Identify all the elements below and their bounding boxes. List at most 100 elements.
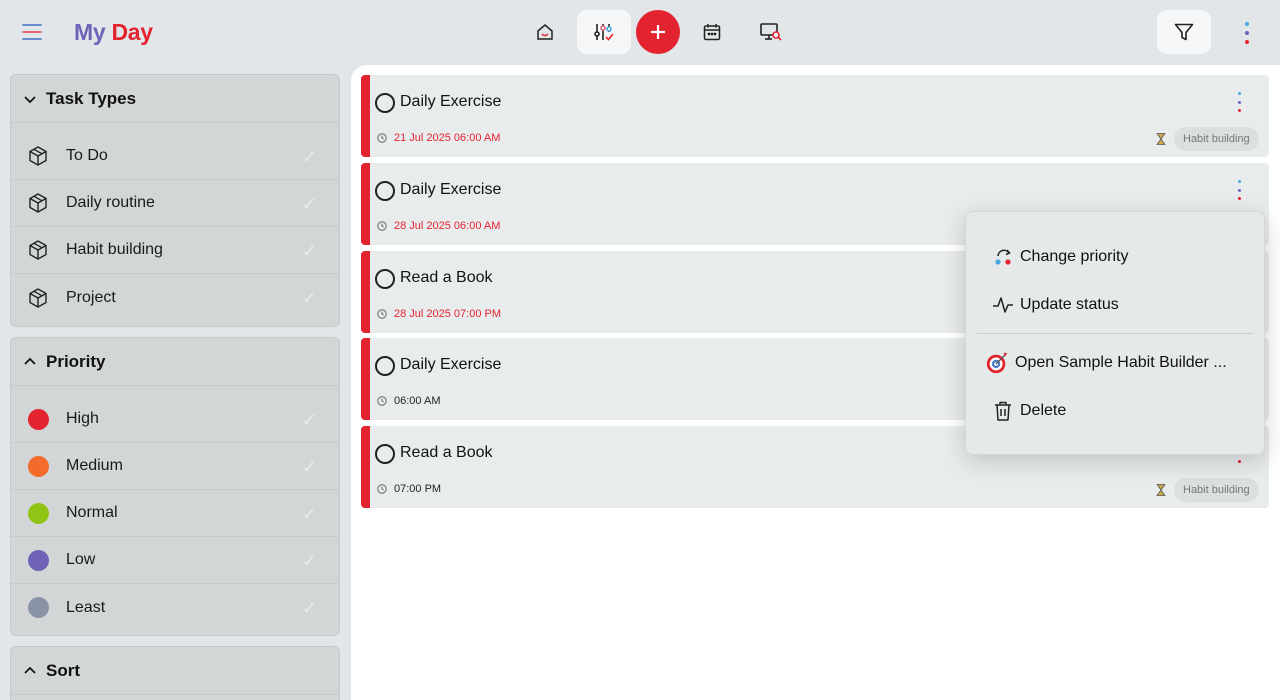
- check-icon: ✓: [301, 551, 317, 571]
- check-icon: ✓: [301, 504, 317, 524]
- priority-header[interactable]: Priority: [11, 338, 339, 386]
- complete-checkbox[interactable]: [375, 181, 395, 201]
- task-title: Daily Exercise: [400, 93, 502, 110]
- complete-checkbox[interactable]: [375, 269, 395, 289]
- trash-icon: [991, 399, 1015, 423]
- priority-title: Priority: [46, 351, 106, 371]
- task-title: Read a Book: [400, 269, 493, 286]
- task-type-label: To Do: [66, 147, 108, 164]
- priority-normal[interactable]: Normal ✓: [11, 490, 339, 537]
- change-priority-icon: [991, 245, 1015, 269]
- check-icon: ✓: [301, 194, 317, 214]
- priority-label: Low: [66, 551, 96, 568]
- complete-checkbox[interactable]: [375, 356, 395, 376]
- check-icon: ✓: [301, 410, 317, 430]
- task-type-project[interactable]: Project ✓: [11, 274, 339, 321]
- priority-label: Normal: [66, 504, 118, 521]
- clock-icon: [377, 484, 387, 494]
- clock-icon: [377, 309, 387, 319]
- task-more-icon[interactable]: [1233, 180, 1245, 200]
- activity-icon: [991, 293, 1015, 317]
- cube-icon: [27, 287, 49, 309]
- hourglass-icon: [1156, 133, 1166, 145]
- task-type-habit-building[interactable]: Habit building ✓: [11, 227, 339, 274]
- task-date: 06:00 AM: [394, 395, 441, 407]
- priority-high[interactable]: High ✓: [11, 396, 339, 443]
- sliders-button[interactable]: [577, 10, 631, 54]
- cube-icon: [27, 145, 49, 167]
- priority-bar: [361, 75, 370, 157]
- home-icon: [537, 24, 553, 40]
- cube-icon: [27, 192, 49, 214]
- open-project-menu-item[interactable]: Open Sample Habit Builder ...: [966, 343, 1264, 383]
- monitor-search-button[interactable]: [744, 10, 798, 54]
- delete-menu-item[interactable]: Delete: [966, 391, 1264, 431]
- filter-button[interactable]: [1157, 10, 1211, 54]
- clock-icon: [377, 396, 387, 406]
- task-type-tag: Habit building: [1174, 478, 1259, 502]
- page-title: My Day: [74, 19, 153, 46]
- priority-least[interactable]: Least ✓: [11, 584, 339, 631]
- task-type-daily-routine[interactable]: Daily routine ✓: [11, 180, 339, 227]
- menu-item-label: Change priority: [1020, 248, 1129, 265]
- sort-header[interactable]: Sort: [11, 647, 339, 695]
- priority-medium[interactable]: Medium ✓: [11, 443, 339, 490]
- task-type-label: Daily routine: [66, 194, 155, 211]
- menu-item-label: Update status: [1020, 296, 1119, 313]
- priority-low[interactable]: Low ✓: [11, 537, 339, 584]
- hourglass-icon: [1156, 484, 1166, 496]
- task-title: Daily Exercise: [400, 356, 502, 373]
- complete-checkbox[interactable]: [375, 444, 395, 464]
- filter-icon: [1174, 23, 1194, 41]
- task-date: 07:00 PM: [394, 483, 442, 495]
- task-context-menu: Change priority Update status Open Sampl…: [965, 211, 1265, 455]
- priority-panel: Priority High ✓ Medium ✓ Normal ✓ Low ✓ …: [10, 337, 340, 636]
- priority-dot: [27, 455, 49, 477]
- calendar-button[interactable]: [685, 10, 739, 54]
- task-types-header[interactable]: Task Types: [11, 75, 339, 123]
- priority-label: Medium: [66, 457, 123, 474]
- task-more-icon[interactable]: [1233, 92, 1245, 112]
- priority-dot: [27, 502, 49, 524]
- sort-title: Sort: [46, 660, 80, 680]
- task-card[interactable]: Daily Exercise 21 Jul 2025 06:00 AM Habi…: [361, 75, 1269, 157]
- add-task-button[interactable]: [636, 10, 680, 54]
- more-vertical-icon[interactable]: [1240, 22, 1254, 44]
- complete-checkbox[interactable]: [375, 93, 395, 113]
- sliders-check-icon: [594, 24, 614, 41]
- cube-icon: [27, 239, 49, 261]
- priority-bar: [361, 251, 370, 333]
- priority-dot: [27, 597, 49, 619]
- task-date: 28 Jul 2025 07:00 PM: [394, 308, 502, 320]
- task-types-title: Task Types: [46, 88, 137, 108]
- priority-bar: [361, 338, 370, 420]
- task-types-panel: Task Types To Do ✓ Daily routine ✓ Habit…: [10, 74, 340, 327]
- task-type-todo[interactable]: To Do ✓: [11, 133, 339, 180]
- priority-label: High: [66, 410, 99, 427]
- priority-dot: [27, 549, 49, 571]
- task-title: Daily Exercise: [400, 181, 502, 198]
- check-icon: ✓: [301, 241, 317, 261]
- update-status-menu-item[interactable]: Update status: [966, 285, 1264, 325]
- clock-icon: [377, 221, 387, 231]
- top-bar: My Day: [0, 0, 1280, 64]
- page-title-part1: My: [74, 19, 106, 45]
- menu-item-label: Delete: [1020, 402, 1067, 419]
- home-button[interactable]: [518, 10, 572, 54]
- task-date: 28 Jul 2025 06:00 AM: [394, 220, 501, 232]
- page-title-part2: Day: [111, 19, 153, 45]
- add-icon: [651, 25, 665, 39]
- menu-divider: [977, 333, 1253, 334]
- change-priority-menu-item[interactable]: Change priority: [966, 237, 1264, 277]
- check-icon: ✓: [301, 147, 317, 167]
- sort-panel: Sort: [10, 646, 340, 700]
- chevron-up-icon: [24, 357, 36, 365]
- priority-bar: [361, 426, 370, 508]
- task-type-label: Habit building: [66, 241, 163, 258]
- calendar-icon: [703, 24, 721, 41]
- clock-icon: [377, 133, 387, 143]
- task-type-label: Project: [66, 288, 116, 306]
- priority-dot: [27, 408, 49, 430]
- menu-icon[interactable]: [22, 24, 42, 40]
- menu-item-label: Open Sample Habit Builder ...: [1015, 354, 1227, 371]
